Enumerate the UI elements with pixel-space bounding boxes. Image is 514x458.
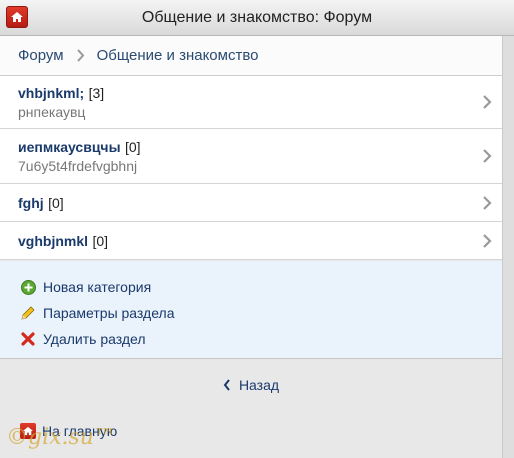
list-item[interactable]: vhbjnkml; [3] рнпекаувц (0, 76, 502, 129)
chevron-right-icon (483, 195, 492, 210)
chevron-left-icon (223, 379, 231, 391)
list-item[interactable]: иепмкаусвцчы [0] 7u6y5t4frdefvgbhnj (0, 129, 502, 184)
topic-count: [0] (92, 233, 109, 249)
chevron-right-icon (483, 233, 492, 248)
section-params-link[interactable]: Параметры раздела (0, 300, 502, 326)
topic-count: [0] (124, 139, 141, 155)
topic-description: рнпекаувц (18, 104, 86, 120)
topic-title: fghj (18, 195, 44, 211)
home-link-label: На главную (42, 423, 118, 439)
chevron-right-icon (483, 95, 492, 109)
scrollbar[interactable] (502, 36, 514, 458)
chevron-right-icon (483, 149, 492, 163)
new-category-link[interactable]: Новая категория (0, 274, 502, 300)
topic-count: [3] (88, 85, 105, 101)
delete-icon (20, 331, 36, 347)
back-label: Назад (238, 377, 280, 393)
topic-title: vhbjnkml; (18, 85, 85, 101)
top-bar: Общение и знакомство: Форум (0, 0, 514, 36)
pencil-icon (20, 305, 36, 321)
breadcrumb-section[interactable]: Общение и знакомство (97, 47, 259, 64)
topic-list: vhbjnkml; [3] рнпекаувц иепмкаусвцчы [0]… (0, 76, 502, 260)
section-params-label: Параметры раздела (43, 305, 175, 321)
topic-title: vghbjnmkl (18, 233, 89, 249)
home-link[interactable]: На главную (20, 423, 117, 439)
breadcrumb-forum[interactable]: Форум (18, 47, 64, 64)
delete-section-label: Удалить раздел (43, 331, 146, 347)
topic-title: иепмкаусвцчы (18, 139, 121, 155)
actions-panel: Новая категория Параметры раздела Удалит… (0, 261, 502, 359)
back-link[interactable]: Назад (0, 372, 502, 398)
delete-section-link[interactable]: Удалить раздел (0, 326, 502, 352)
home-icon (20, 423, 36, 439)
chevron-right-icon (76, 49, 85, 62)
topic-count: [0] (48, 195, 64, 211)
new-category-label: Новая категория (43, 279, 152, 295)
topic-description: 7u6y5t4frdefvgbhnj (18, 158, 138, 174)
list-item[interactable]: vghbjnmkl [0] (0, 222, 502, 260)
plus-circle-icon (20, 279, 36, 295)
list-item[interactable]: fghj [0] (0, 184, 502, 222)
page-title: Общение и знакомство: Форум (141, 9, 373, 26)
breadcrumb: Форум Общение и знакомство (0, 36, 502, 76)
